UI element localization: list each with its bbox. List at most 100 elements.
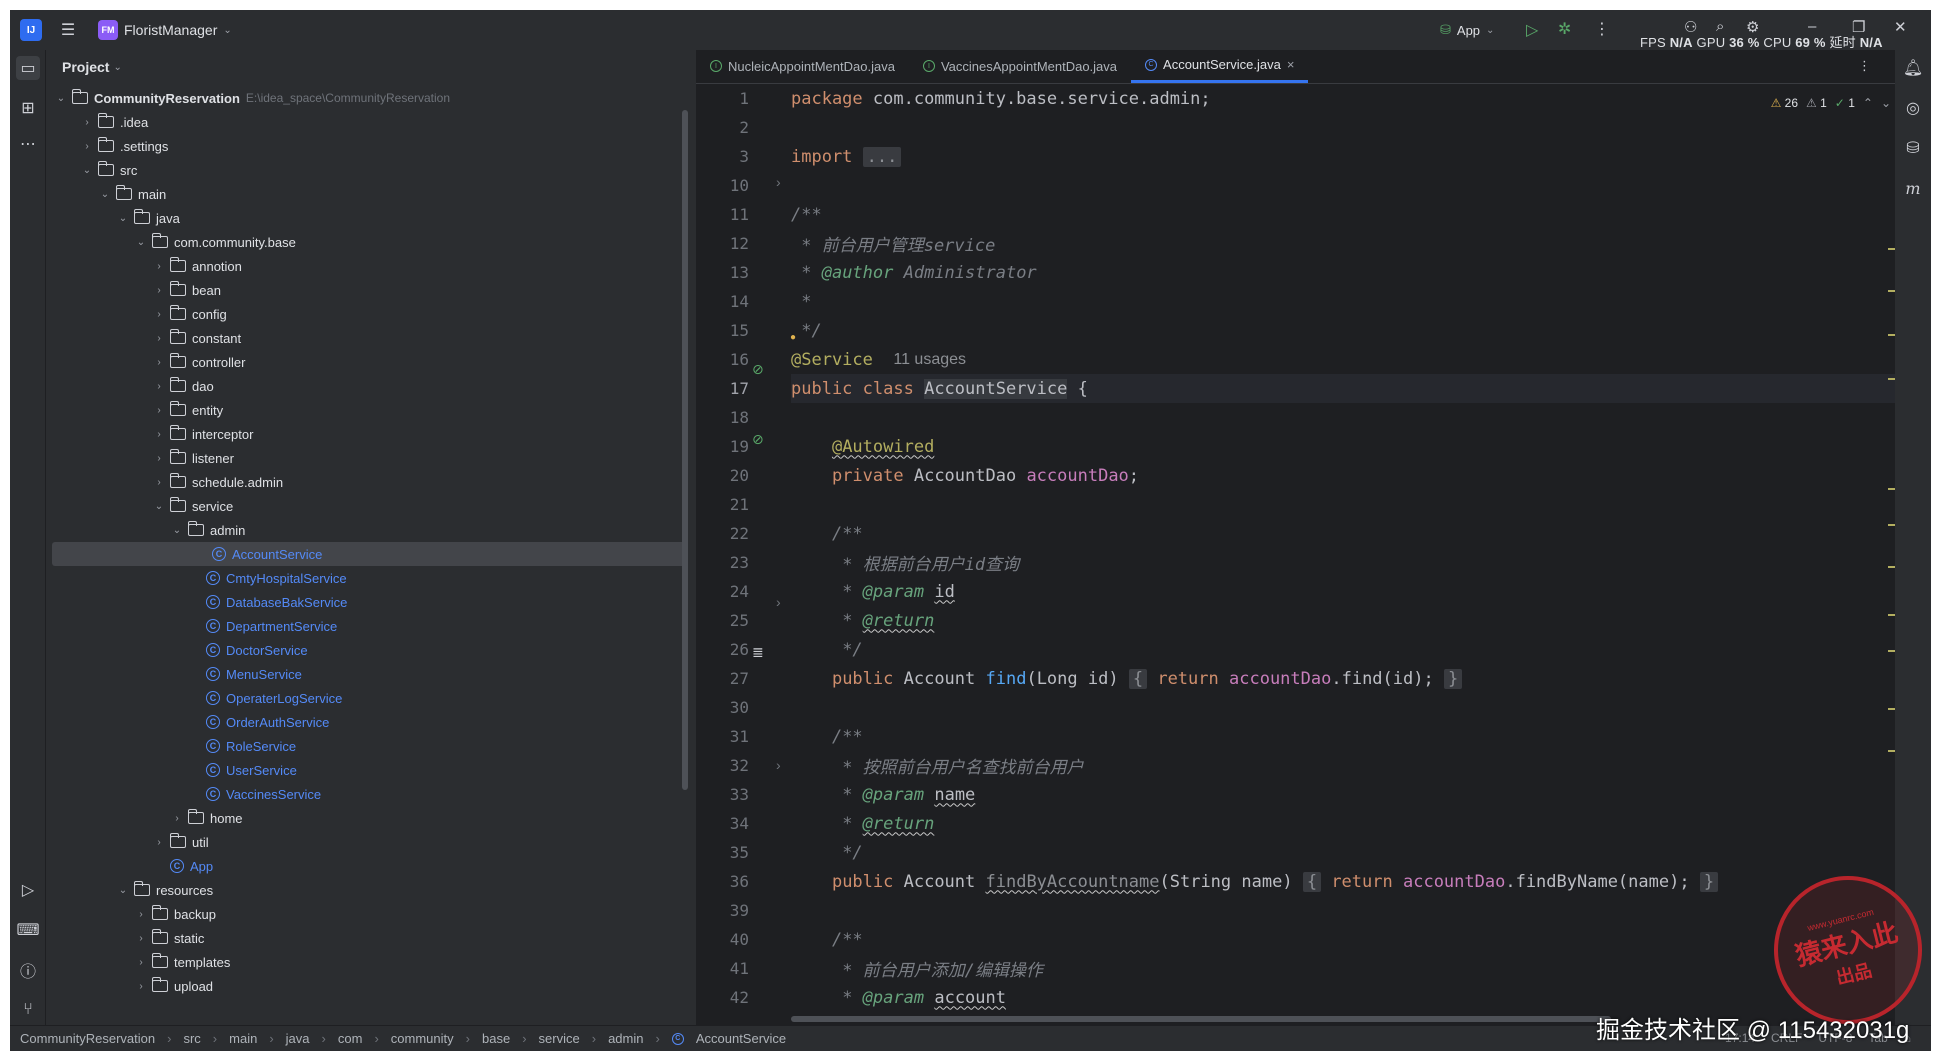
breadcrumb-item[interactable]: base xyxy=(482,1031,510,1046)
tree-item[interactable]: C DepartmentService xyxy=(46,614,686,638)
tree-item[interactable]: › .idea xyxy=(46,110,686,134)
problems-icon[interactable]: ⓘ xyxy=(16,958,40,982)
fold-chevron-icon[interactable]: › xyxy=(776,174,781,190)
tree-item[interactable]: ⌄ main xyxy=(46,182,686,206)
breadcrumb-item[interactable]: admin xyxy=(608,1031,643,1046)
fold-chevron-icon[interactable]: › xyxy=(776,757,781,773)
main-menu-icon[interactable]: ☰ xyxy=(58,20,78,40)
tree-item[interactable]: ⌄ java xyxy=(46,206,686,230)
chevron-down-icon[interactable]: ⌄ xyxy=(152,501,166,512)
close-icon[interactable]: × xyxy=(1287,57,1295,72)
chevron-down-icon[interactable]: ⌄ xyxy=(134,237,148,248)
chevron-down-icon[interactable]: ⌄ xyxy=(116,885,130,896)
breadcrumb-item[interactable]: com xyxy=(338,1031,363,1046)
tree-item[interactable]: C AccountService xyxy=(52,542,688,566)
tree-item[interactable]: › .settings xyxy=(46,134,686,158)
run-icon[interactable]: ▷ xyxy=(1526,20,1538,40)
tree-item[interactable]: C CmtyHospitalService xyxy=(46,566,686,590)
tree-item[interactable]: ⌄ src xyxy=(46,158,686,182)
tab-account-service[interactable]: C AccountService.java × xyxy=(1131,49,1309,83)
chevron-right-icon[interactable]: › xyxy=(134,933,148,944)
tree-item[interactable]: C OrderAuthService xyxy=(46,710,686,734)
editor-horizontal-scrollbar[interactable] xyxy=(791,1016,1611,1022)
tree-item[interactable]: › static xyxy=(46,926,686,950)
chevron-right-icon[interactable]: › xyxy=(134,957,148,968)
tree-item[interactable]: ⌄ service xyxy=(46,494,686,518)
database-icon[interactable]: ⛁ xyxy=(1901,136,1925,160)
chevron-right-icon[interactable]: › xyxy=(134,981,148,992)
chevron-right-icon[interactable]: › xyxy=(152,381,166,392)
tree-item[interactable]: › upload xyxy=(46,974,686,998)
tree-item[interactable]: › templates xyxy=(46,950,686,974)
chevron-down-icon[interactable]: ⌄ xyxy=(80,165,94,176)
terminal-icon[interactable]: ⌨ xyxy=(16,918,40,942)
doc-render-icon[interactable]: ≣ xyxy=(752,644,764,661)
breadcrumb-item[interactable]: src xyxy=(183,1031,200,1046)
notifications-icon[interactable]: 🔔︎ xyxy=(1901,56,1925,80)
tree-item[interactable]: C VaccinesService xyxy=(46,782,686,806)
tab-options-icon[interactable]: ⋮ xyxy=(1858,58,1871,74)
tree-item[interactable]: C RoleService xyxy=(46,734,686,758)
tree-item[interactable]: › dao xyxy=(46,374,686,398)
tree-item[interactable]: › controller xyxy=(46,350,686,374)
tree-item[interactable]: › backup xyxy=(46,902,686,926)
tree-item[interactable]: C App xyxy=(46,854,686,878)
tree-item[interactable]: C OperaterLogService xyxy=(46,686,686,710)
chevron-right-icon[interactable]: › xyxy=(152,429,166,440)
tree-item[interactable]: C DoctorService xyxy=(46,638,686,662)
chevron-right-icon[interactable]: › xyxy=(152,357,166,368)
chevron-right-icon[interactable]: › xyxy=(152,261,166,272)
chevron-right-icon[interactable]: › xyxy=(80,141,94,152)
project-scrollbar[interactable] xyxy=(682,110,688,790)
tree-item[interactable]: C MenuService xyxy=(46,662,686,686)
close-window-icon[interactable]: ✕ xyxy=(1894,18,1907,36)
folded-imports[interactable]: ... xyxy=(862,146,902,167)
code-area[interactable]: package com.community.base.service.admin… xyxy=(791,84,1911,1025)
project-panel-header[interactable]: Project ⌄ xyxy=(46,50,696,84)
tree-item[interactable]: ⌄ com.community.base xyxy=(46,230,686,254)
tree-item[interactable]: ⌄ resources xyxy=(46,878,686,902)
tab-vaccines-dao[interactable]: I VaccinesAppointMentDao.java xyxy=(909,49,1131,83)
chevron-right-icon[interactable]: › xyxy=(134,909,148,920)
tree-item[interactable]: › listener xyxy=(46,446,686,470)
chevron-down-icon[interactable]: ⌄ xyxy=(170,525,184,536)
more-tools-icon[interactable]: ⋯ xyxy=(16,132,40,156)
tree-item[interactable]: C UserService xyxy=(46,758,686,782)
spring-bean-icon[interactable]: ⊘ xyxy=(752,361,764,378)
breadcrumb-item[interactable]: main xyxy=(229,1031,257,1046)
chevron-right-icon[interactable]: › xyxy=(152,477,166,488)
breadcrumb-item[interactable]: CommunityReservation xyxy=(20,1031,155,1046)
tree-item[interactable]: ⌄ admin xyxy=(46,518,686,542)
tree-item[interactable]: › bean xyxy=(46,278,686,302)
chevron-right-icon[interactable]: › xyxy=(152,309,166,320)
chevron-right-icon[interactable]: › xyxy=(152,405,166,416)
run-config-selector[interactable]: ⛁ App ⌄ xyxy=(1440,18,1494,42)
tab-nucleic-dao[interactable]: I NucleicAppointMentDao.java xyxy=(696,49,909,83)
intellij-logo-icon[interactable]: IJ xyxy=(20,19,42,41)
breadcrumb-item[interactable]: community xyxy=(391,1031,454,1046)
structure-icon[interactable]: ⊞ xyxy=(16,96,40,120)
tree-item[interactable]: › interceptor xyxy=(46,422,686,446)
more-actions-icon[interactable]: ⋮ xyxy=(1594,19,1610,39)
chevron-right-icon[interactable]: › xyxy=(152,453,166,464)
chevron-down-icon[interactable]: ⌄ xyxy=(98,189,112,200)
project-switcher[interactable]: FM FloristManager ⌄ xyxy=(98,18,232,42)
chevron-right-icon[interactable]: › xyxy=(152,285,166,296)
chevron-down-icon[interactable]: ⌄ xyxy=(116,213,130,224)
ai-assistant-icon[interactable]: ◎ xyxy=(1901,96,1925,120)
tree-item[interactable]: › config xyxy=(46,302,686,326)
debug-icon[interactable]: ✲ xyxy=(1558,19,1571,39)
chevron-right-icon[interactable]: › xyxy=(152,837,166,848)
fold-chevron-icon[interactable]: › xyxy=(776,594,781,610)
tree-item[interactable]: › constant xyxy=(46,326,686,350)
run-tool-icon[interactable]: ▷ xyxy=(16,878,40,902)
tree-item[interactable]: › util xyxy=(46,830,686,854)
maven-icon[interactable]: m xyxy=(1901,176,1925,200)
bulb-icon[interactable]: ● xyxy=(790,332,796,343)
tree-item[interactable]: › entity xyxy=(46,398,686,422)
breadcrumb-item[interactable]: java xyxy=(286,1031,310,1046)
tree-root[interactable]: ⌄ CommunityReservation E:\idea_space\Com… xyxy=(46,86,686,110)
breadcrumb-item[interactable]: service xyxy=(539,1031,580,1046)
spring-autowire-icon[interactable]: ⊘ xyxy=(752,431,764,448)
tree-item[interactable]: › annotion xyxy=(46,254,686,278)
